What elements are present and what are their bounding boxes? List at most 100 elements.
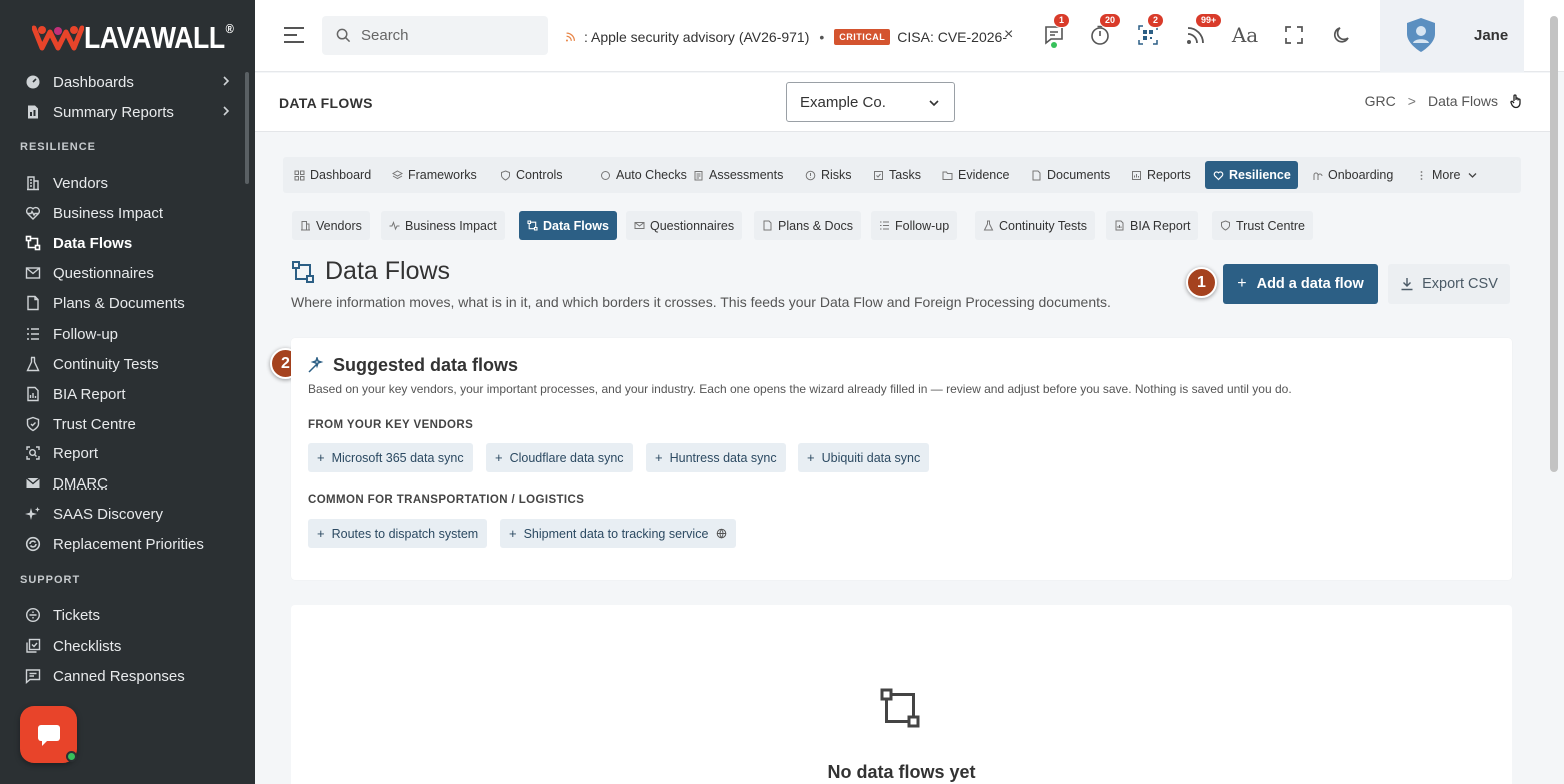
suggestion-chip-ubiquiti[interactable]: + Ubiquiti data sync	[798, 443, 930, 472]
shield-icon	[24, 415, 42, 433]
brand-logo[interactable]: LAVA WALL ®	[31, 20, 258, 54]
breadcrumb-link-grc[interactable]: GRC	[1365, 93, 1396, 109]
sidebar-item-questionnaires[interactable]: Questionnaires	[24, 261, 239, 285]
subtab-vendors[interactable]: Vendors	[292, 211, 370, 240]
suggestion-chip-routes-dispatch[interactable]: + Routes to dispatch system	[308, 519, 488, 548]
tab-dashboard[interactable]: Dashboard	[286, 161, 378, 189]
page-header: DATA FLOWS Example Co. GRC > Data Flows	[255, 73, 1550, 132]
sidebar-item-follow-up[interactable]: Follow-up	[24, 322, 239, 346]
data-flows-heading: Data Flows	[291, 257, 450, 286]
ticker-close-button[interactable]: ×	[1004, 26, 1013, 44]
sidebar-item-bia-report[interactable]: BIA Report	[24, 382, 239, 406]
grid-icon	[294, 170, 305, 180]
tab-frameworks[interactable]: Frameworks	[384, 161, 484, 189]
chart-doc-icon	[1115, 220, 1124, 231]
sidebar-item-saas-discovery[interactable]: SAAS Discovery	[24, 502, 239, 526]
dark-mode-button[interactable]	[1329, 22, 1355, 48]
menu-icon[interactable]	[283, 26, 305, 44]
security-news-ticker[interactable]: : Apple security advisory (AV26-971) • C…	[565, 26, 1007, 48]
suggestion-chip-microsoft-365[interactable]: + Microsoft 365 data sync	[308, 443, 473, 472]
suggestion-chip-huntress[interactable]: + Huntress data sync	[646, 443, 786, 472]
sidebar-scrollbar[interactable]	[245, 72, 249, 184]
page-description: Where information moves, what is in it, …	[291, 294, 1111, 310]
suggested-data-flows-card: Suggested data flows Based on your key v…	[291, 338, 1512, 580]
sidebar-item-business-impact[interactable]: Business Impact	[24, 201, 239, 225]
search-box[interactable]	[322, 16, 548, 55]
sidebar-item-dmarc[interactable]: DMARC	[24, 471, 239, 495]
plus-icon: +	[495, 450, 503, 465]
shield-icon	[1221, 220, 1230, 231]
tab-auto-checks[interactable]: Auto Checks	[592, 161, 694, 189]
shield-icon	[501, 169, 510, 181]
feeds-button[interactable]: 99+	[1183, 13, 1223, 48]
ticket-icon	[24, 606, 42, 624]
add-data-flow-button[interactable]: + Add a data flow	[1223, 264, 1378, 304]
plus-icon: +	[509, 526, 517, 541]
tab-onboarding[interactable]: Onboarding	[1304, 161, 1400, 189]
data-flows-list-empty: No data flows yet	[291, 605, 1512, 784]
fullscreen-icon	[1285, 26, 1303, 44]
subtab-follow-up[interactable]: Follow-up	[871, 211, 958, 240]
tab-controls[interactable]: Controls	[492, 161, 570, 189]
export-csv-button[interactable]: Export CSV	[1388, 264, 1510, 304]
tab-tasks[interactable]: Tasks	[865, 161, 928, 189]
building-icon	[24, 174, 42, 192]
subtab-trust-centre[interactable]: Trust Centre	[1212, 211, 1314, 240]
sidebar-item-vendors[interactable]: Vendors	[24, 171, 239, 195]
alert-circle-icon	[805, 170, 816, 180]
heart-icon	[1213, 170, 1224, 180]
ticker-item[interactable]: : Apple security advisory (AV26-971)	[584, 29, 809, 45]
subtab-questionnaires[interactable]: Questionnaires	[626, 211, 743, 240]
subtab-plans-docs[interactable]: Plans & Docs	[754, 211, 862, 240]
hand-pointer-icon	[1510, 94, 1521, 109]
user-menu[interactable]: Jane	[1380, 0, 1524, 72]
sidebar-item-replacement-priorities[interactable]: Replacement Priorities	[24, 532, 239, 556]
tab-risks[interactable]: Risks	[797, 161, 859, 189]
tab-evidence[interactable]: Evidence	[934, 161, 1016, 189]
sidebar-item-plans-documents[interactable]: Plans & Documents	[24, 291, 239, 315]
sidebar-item-tickets[interactable]: Tickets	[24, 603, 239, 627]
plus-icon: +	[317, 450, 325, 465]
tab-documents[interactable]: Documents	[1023, 161, 1117, 189]
fullscreen-button[interactable]	[1281, 22, 1307, 48]
empty-state-title: No data flows yet	[827, 762, 976, 782]
suggestion-chip-cloudflare[interactable]: + Cloudflare data sync	[486, 443, 633, 472]
globe-icon	[717, 528, 727, 539]
sidebar-item-trust-centre[interactable]: Trust Centre	[24, 412, 239, 436]
breadcrumb-current: Data Flows	[1427, 93, 1498, 109]
font-size-button[interactable]: Aa	[1232, 22, 1258, 48]
tab-assessments[interactable]: Assessments	[685, 161, 790, 189]
page-scrollbar[interactable]	[1550, 16, 1558, 472]
subtab-data-flows[interactable]: Data Flows	[519, 211, 617, 240]
tab-reports[interactable]: Reports	[1123, 161, 1198, 189]
mail-icon	[634, 222, 645, 229]
subtab-business-impact[interactable]: Business Impact	[381, 211, 505, 240]
main-tab-bar: Dashboard Frameworks Controls Auto Check…	[283, 157, 1521, 193]
qr-button[interactable]: 2	[1135, 13, 1165, 48]
messages-button[interactable]: 1	[1041, 13, 1071, 48]
report-icon	[1132, 170, 1141, 180]
ticker-item[interactable]: CISA: CVE-2026-	[897, 29, 1007, 45]
sidebar-item-continuity-tests[interactable]: Continuity Tests	[24, 352, 239, 376]
company-selector[interactable]: Example Co.	[786, 82, 955, 122]
timer-button[interactable]: 20	[1087, 13, 1122, 48]
download-icon	[1401, 278, 1413, 291]
rss-icon	[565, 32, 576, 42]
chevron-down-icon	[929, 100, 939, 107]
sidebar-item-report[interactable]: Report	[24, 441, 239, 465]
subtab-bia-report[interactable]: BIA Report	[1106, 211, 1199, 240]
search-input[interactable]	[361, 27, 541, 44]
tab-more[interactable]: More	[1408, 161, 1485, 189]
tab-resilience[interactable]: Resilience	[1205, 161, 1298, 189]
building-icon	[301, 221, 310, 231]
sidebar-item-data-flows[interactable]: Data Flows	[24, 231, 239, 255]
sidebar-item-checklists[interactable]: Checklists	[24, 634, 239, 658]
plus-icon: +	[655, 450, 663, 465]
suggestion-chip-shipment-tracking[interactable]: + Shipment data to tracking service	[500, 519, 737, 548]
flow-icon	[880, 688, 920, 728]
sidebar-item-canned-responses[interactable]: Canned Responses	[24, 664, 239, 688]
sidebar-item-summary-reports[interactable]: Summary Reports	[24, 100, 239, 124]
sidebar-item-dashboards[interactable]: Dashboards	[24, 70, 239, 94]
flask-icon	[24, 355, 42, 373]
subtab-continuity-tests[interactable]: Continuity Tests	[975, 211, 1096, 240]
